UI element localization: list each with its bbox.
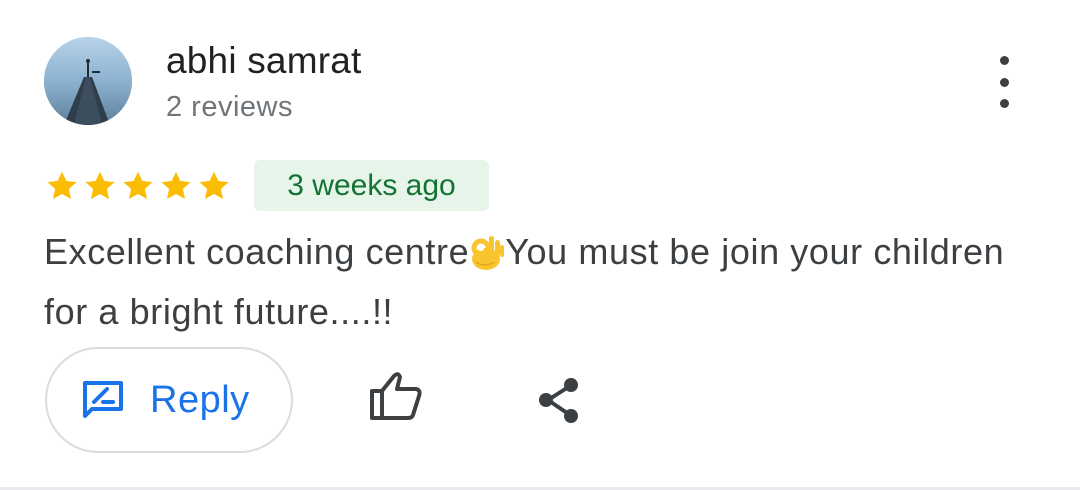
avatar[interactable] — [44, 37, 132, 125]
share-button[interactable] — [536, 376, 586, 426]
more-vertical-icon — [999, 56, 1009, 65]
ok-hand-emoji-icon — [471, 236, 505, 270]
like-button[interactable] — [364, 370, 426, 424]
review-time-badge: 3 weeks ago — [254, 160, 489, 211]
reply-button-label: Reply — [150, 379, 250, 421]
star-icon — [47, 171, 77, 200]
review-card: abhi samrat 2 reviews 3 weeks ago Excell… — [0, 0, 1080, 490]
star-icon — [85, 171, 115, 200]
rate-review-icon — [83, 381, 123, 418]
author-review-count: 2 reviews — [166, 91, 293, 123]
avatar-image — [44, 37, 132, 125]
star-icon — [123, 171, 153, 200]
reply-button[interactable]: Reply — [45, 347, 293, 453]
more-vertical-icon-dot — [999, 77, 1009, 87]
star-icon — [161, 171, 191, 200]
more-options-button[interactable] — [984, 56, 1024, 108]
review-text: Excellent coaching centre You must be jo… — [44, 222, 1044, 342]
share-icon — [539, 378, 578, 423]
star-icon — [199, 171, 229, 200]
thumb-up-icon — [370, 372, 422, 420]
star-rating — [44, 168, 232, 206]
more-vertical-icon-dot — [999, 99, 1009, 108]
author-name[interactable]: abhi samrat — [166, 40, 362, 82]
review-text-part-1: Excellent coaching centre — [44, 231, 470, 272]
